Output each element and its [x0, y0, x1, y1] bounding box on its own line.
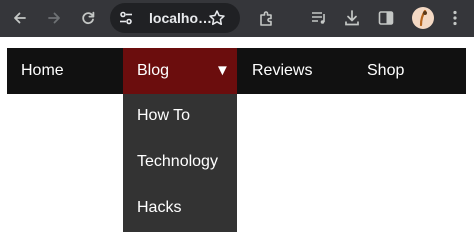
nav-blog-link[interactable]: Blog ▼: [123, 48, 237, 94]
dropdown-item-how-to[interactable]: How To: [137, 107, 190, 125]
download-icon[interactable]: [341, 7, 363, 29]
tune-icon[interactable]: [118, 10, 134, 26]
address-bar[interactable]: localho…: [110, 3, 240, 33]
more-menu-icon[interactable]: [444, 7, 466, 29]
caret-down-icon: ▼: [215, 62, 230, 79]
browser-toolbar: localho…: [0, 0, 474, 37]
nav-home-link[interactable]: Home: [21, 48, 64, 94]
dropdown-item-hacks[interactable]: Hacks: [137, 199, 181, 217]
extensions-icon[interactable]: [256, 7, 278, 29]
forward-icon[interactable]: [43, 7, 65, 29]
nav-blog-label: Blog: [137, 62, 170, 79]
nav-shop-link[interactable]: Shop: [367, 48, 404, 94]
bookmark-star-icon[interactable]: [206, 7, 228, 29]
blog-dropdown-menu: How To Technology Hacks: [123, 94, 237, 232]
back-icon[interactable]: [9, 7, 31, 29]
dropdown-item-technology[interactable]: Technology: [137, 153, 218, 171]
media-control-icon[interactable]: [308, 7, 330, 29]
profile-avatar[interactable]: [412, 7, 434, 29]
page-content: Home Blog ▼ Reviews Shop: [0, 37, 474, 242]
address-url: localho…: [149, 10, 213, 26]
main-navbar: Home Blog ▼ Reviews Shop: [7, 48, 466, 94]
nav-reviews-link[interactable]: Reviews: [252, 48, 312, 94]
side-panel-icon[interactable]: [375, 7, 397, 29]
reload-icon[interactable]: [77, 7, 99, 29]
